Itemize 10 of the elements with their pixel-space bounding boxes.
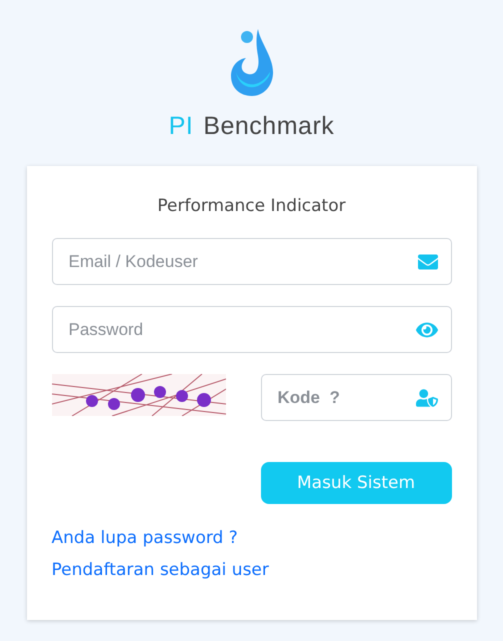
envelope-icon: [418, 252, 438, 272]
link[interactable]: Pendaftaran sebagai user: [52, 560, 269, 580]
brand-prefix: PI: [168, 112, 194, 141]
email-field[interactable]: Email / Kodeuser: [52, 238, 452, 285]
user-shield-icon: [416, 386, 438, 408]
brand-name: Benchmark: [203, 112, 334, 141]
password-field[interactable]: Password: [52, 306, 452, 353]
code-field[interactable]: Kode ?: [260, 374, 452, 421]
card-title: Performance Indicator: [156, 196, 347, 216]
link[interactable]: Anda lupa password ?: [52, 528, 238, 548]
